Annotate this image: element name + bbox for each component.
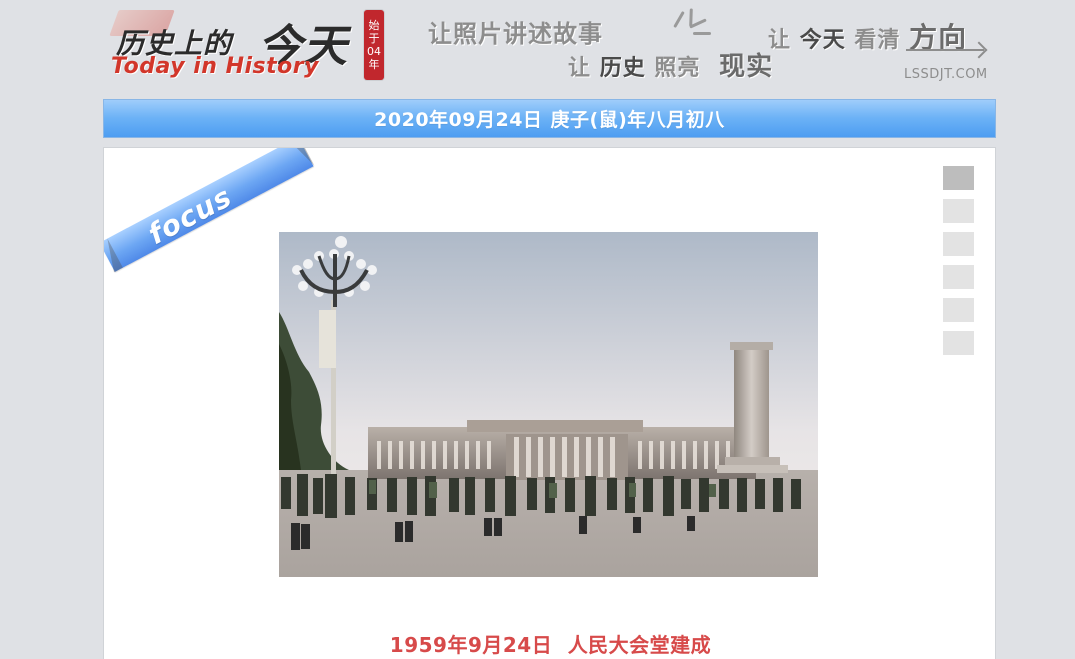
site-header: 历史上的 今天 Today in History 始 于 04 年 让照片讲述故… [0,0,1075,95]
slogan-2-part-c: 照亮 [654,56,701,81]
slogan-3-part-c: 看清 [854,28,901,53]
date-bar: 2020年09月24日 庚子(鼠)年八月初八 [103,99,996,138]
slogan-3-part-a: 让 [768,28,792,53]
slogan-2-part-d: 现实 [719,52,774,82]
site-logo[interactable]: 历史上的 今天 Today in History 始 于 04 年 [108,8,398,83]
caption-date: 1959年9月24日 [389,633,553,657]
featured-photo[interactable] [279,232,818,577]
logo-english-title: Today in History [111,54,319,79]
slide-thumb-4[interactable] [943,265,974,289]
caption-title: 人民大会堂建成 [567,633,712,657]
featured-photo-image [279,232,818,577]
slide-thumb-6[interactable] [943,331,974,355]
lunar-date: 庚子(鼠)年八月初八 [550,109,725,131]
page: 历史上的 今天 Today in History 始 于 04 年 让照片讲述故… [0,0,1075,659]
gregorian-date: 2020年09月24日 [374,109,543,131]
seal-char-4: 年 [368,58,380,71]
site-domain: LSSDJT.COM [904,67,988,82]
slogan-2-part-b: 历史 [599,56,646,81]
slide-thumb-5[interactable] [943,298,974,322]
featured-caption[interactable]: 1959年9月24日 人民大会堂建成 [104,629,995,658]
logo-seal: 始 于 04 年 [364,10,384,80]
arrow-right-icon [906,49,984,51]
seal-char-2: 于 [368,32,380,45]
feature-card: focus 1959年9月24日 人民大会堂建成 [103,147,996,659]
slide-thumbnails [943,166,975,364]
slide-thumb-2[interactable] [943,199,974,223]
seal-char-1: 始 [368,19,380,32]
slide-thumb-3[interactable] [943,232,974,256]
focus-label: focus [142,179,238,252]
slogan-2-part-a: 让 [568,56,592,81]
slogan-3-part-b: 今天 [799,28,846,53]
header-slogan-2: 让 历史 照亮 现实 [568,46,773,83]
header-slogan-1: 让照片讲述故事 [428,20,603,48]
slide-thumb-1[interactable] [943,166,974,190]
seal-char-3: 04 [367,45,381,58]
